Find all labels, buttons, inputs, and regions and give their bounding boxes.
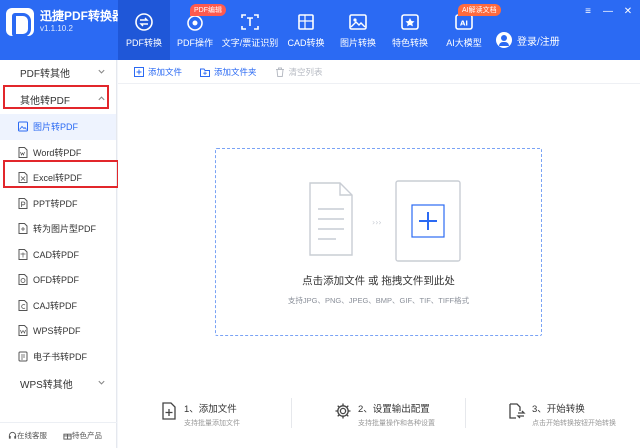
clear-list-button[interactable]: 清空列表	[275, 66, 323, 78]
featured-products-button[interactable]: 特色产品	[63, 430, 102, 441]
wps-icon	[18, 325, 28, 337]
sidebar: PDF转其他 其他转PDF 图片转PDF Word转PDF Excel转PDF …	[0, 60, 117, 448]
nav-featured-convert[interactable]: 特色转换	[384, 0, 436, 60]
app-version: v1.1.10.2	[40, 24, 73, 33]
step-start-convert: 3、开始转换 点击开始转换按钮开始转换	[466, 392, 640, 436]
sidebar-item-ofd-to-pdf[interactable]: OFD转PDF	[0, 267, 116, 293]
ppt-icon	[18, 197, 28, 209]
drop-illustration: ›››	[309, 180, 461, 262]
image-icon	[347, 12, 369, 32]
login-button[interactable]: 登录/注册	[496, 32, 560, 48]
toolbar: 添加文件 添加文件夹 清空列表	[118, 60, 640, 84]
file-icon	[18, 223, 28, 235]
steps-bar: 1、添加文件 支持批量添加文件 2、设置输出配置 支持批量操作和各种设置 3、开…	[118, 392, 640, 436]
image-icon	[18, 121, 28, 132]
svg-text:›››: ›››	[372, 218, 382, 227]
cad-icon	[18, 248, 28, 260]
word-icon	[18, 146, 28, 158]
nav-image-convert[interactable]: 图片转换	[332, 0, 384, 60]
close-icon[interactable]: ✕	[622, 6, 634, 18]
convert-circle-icon	[133, 12, 155, 32]
menu-icon[interactable]: ≡	[582, 6, 594, 18]
sidebar-item-ppt-to-pdf[interactable]: PPT转PDF	[0, 191, 116, 217]
add-file-button[interactable]: 添加文件	[134, 66, 182, 78]
convert-icon	[509, 403, 526, 419]
ocr-icon	[239, 12, 261, 32]
highlight-box-section	[3, 85, 109, 109]
star-icon	[399, 12, 421, 32]
add-file-icon	[134, 66, 144, 77]
chevron-down-icon	[98, 69, 105, 74]
step-add-file: 1、添加文件 支持批量添加文件	[118, 392, 292, 436]
add-folder-button[interactable]: 添加文件夹	[200, 66, 257, 78]
sidebar-item-cad-to-pdf[interactable]: CAD转PDF	[0, 242, 116, 268]
app-name: 迅捷PDF转换器	[40, 9, 125, 23]
headset-icon	[8, 431, 17, 439]
login-label: 登录/注册	[517, 36, 560, 48]
svg-text:AI: AI	[460, 19, 468, 27]
gear-icon	[335, 403, 351, 419]
top-bar: 迅捷PDF转换器 v1.1.10.2 PDF转换 PDF编辑 PDF操作 文字/…	[0, 0, 640, 60]
ai-doc-badge: AI解读文档	[458, 4, 501, 16]
sidebar-item-wps-to-pdf[interactable]: WPS转PDF	[0, 318, 116, 344]
highlight-box-excel	[3, 160, 119, 188]
nav-ai-model[interactable]: AI解读文档 AI AI大模型	[436, 0, 501, 60]
nav-ocr[interactable]: 文字/票证识别	[220, 0, 280, 60]
drop-zone-title: 点击添加文件 或 拖拽文件到此处	[302, 275, 455, 287]
caj-icon	[18, 299, 28, 311]
sidebar-section-pdf-to-other[interactable]: PDF转其他	[0, 60, 116, 84]
trash-icon	[275, 67, 284, 77]
cad-icon	[295, 12, 317, 32]
main-panel: 添加文件 添加文件夹 清空列表 ››› 点击添加文件 或 拖拽文件到此处 支持J…	[118, 60, 640, 448]
sidebar-footer: 在线客服 特色产品	[0, 422, 117, 448]
nav-cad-convert[interactable]: CAD转换	[280, 0, 332, 60]
nav-pdf-convert[interactable]: PDF转换	[118, 0, 170, 60]
drop-zone-formats: 支持JPG、PNG、JPEG、BMP、GIF、TIF、TIFF格式	[287, 296, 470, 305]
minimize-icon[interactable]: —	[602, 6, 614, 18]
main-nav: PDF转换 PDF编辑 PDF操作 文字/票证识别 CAD转换 图片转换 特色转…	[118, 0, 501, 60]
sidebar-item-ebook-to-pdf[interactable]: 电子书转PDF	[0, 344, 116, 370]
logo-icon	[6, 8, 34, 37]
window-controls: ≡ — ✕	[582, 6, 634, 18]
app-logo: 迅捷PDF转换器 v1.1.10.2	[6, 8, 125, 37]
ofd-icon	[18, 274, 28, 286]
chevron-down-icon	[98, 380, 105, 385]
file-drop-zone[interactable]: ››› 点击添加文件 或 拖拽文件到此处 支持JPG、PNG、JPEG、BMP、…	[215, 148, 542, 336]
ebook-icon	[18, 351, 28, 362]
online-service-button[interactable]: 在线客服	[8, 430, 47, 441]
gift-icon	[63, 433, 72, 440]
add-file-icon	[162, 402, 176, 420]
avatar-icon	[496, 32, 512, 48]
sidebar-section-wps-to-other[interactable]: WPS转其他	[0, 371, 116, 395]
sidebar-item-to-image-pdf[interactable]: 转为图片型PDF	[0, 216, 116, 242]
nav-pdf-operate[interactable]: PDF编辑 PDF操作	[170, 0, 226, 60]
add-folder-icon	[200, 68, 211, 77]
sidebar-item-caj-to-pdf[interactable]: CAJ转PDF	[0, 293, 116, 319]
sidebar-item-image-to-pdf[interactable]: 图片转PDF	[0, 114, 116, 140]
step-output-settings: 2、设置输出配置 支持批量操作和各种设置	[292, 392, 466, 436]
